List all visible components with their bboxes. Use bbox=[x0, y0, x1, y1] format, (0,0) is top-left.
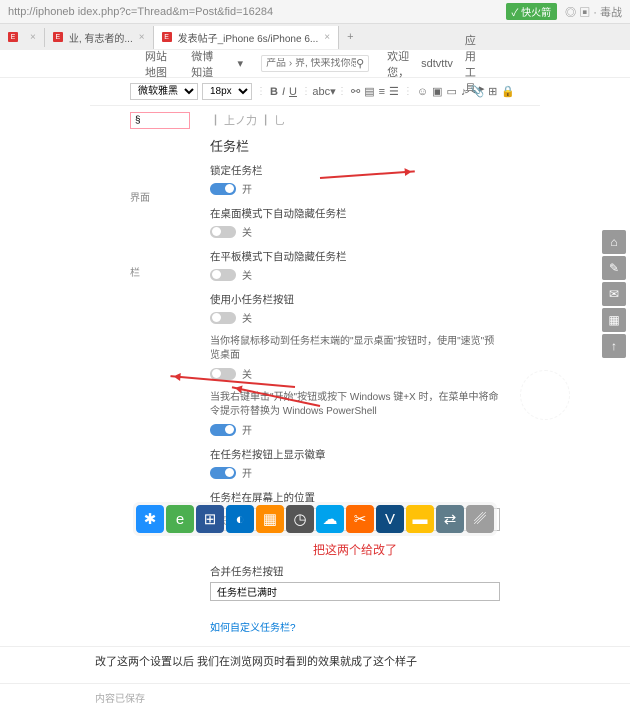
home-icon[interactable]: ⌂ bbox=[602, 230, 626, 254]
mail-icon[interactable]: ✉ bbox=[602, 282, 626, 306]
image-icon[interactable]: ▤ bbox=[364, 83, 374, 101]
toggle-lock[interactable] bbox=[210, 183, 236, 195]
setting-badges-label: 在任务栏按钮上显示徽章 bbox=[210, 447, 500, 462]
dock-snip-icon[interactable]: ✂ bbox=[346, 505, 374, 533]
address-bar: http://iphoneb idex.php?c=Thread&m=Post&… bbox=[0, 0, 630, 24]
url-text[interactable]: http://iphoneb idex.php?c=Thread&m=Post&… bbox=[8, 6, 506, 18]
tab-0[interactable]: E× bbox=[0, 28, 45, 47]
annotation-text: 把这两个给改了 bbox=[210, 541, 500, 558]
tab-icon: E bbox=[162, 32, 172, 42]
pic-icon[interactable]: ▣ bbox=[432, 83, 442, 101]
dock-app-icon[interactable]: ⇄ bbox=[436, 505, 464, 533]
toggle-autohide-desktop[interactable] bbox=[210, 226, 236, 238]
toggle-peek[interactable] bbox=[210, 368, 236, 380]
top-icon[interactable]: ↑ bbox=[602, 334, 626, 358]
close-icon[interactable]: × bbox=[30, 32, 36, 43]
chevron-down-icon[interactable]: ▾ bbox=[238, 57, 244, 70]
dock-app-icon[interactable]: ␥ bbox=[466, 505, 494, 533]
separator: ⋮ bbox=[403, 86, 413, 97]
setting-powershell-desc: 当我右键单击"开始"按钮或按下 Windows 键+X 时，在菜单中将命令提示符… bbox=[210, 391, 500, 419]
setting-peek-desc: 当你将鼠标移动到任务栏末端的"显示桌面"按钮时，使用"速览"预览桌面 bbox=[210, 335, 500, 363]
dock-vnc-icon[interactable]: V bbox=[376, 505, 404, 533]
tab-add-button[interactable]: + bbox=[339, 31, 361, 43]
separator: ⋮ bbox=[337, 86, 347, 97]
search-box[interactable]: ⚲ bbox=[261, 55, 369, 72]
close-icon[interactable]: × bbox=[324, 32, 330, 43]
toggle-autohide-tablet[interactable] bbox=[210, 269, 236, 281]
tab-1[interactable]: E业, 有志者的...× bbox=[45, 26, 154, 49]
bottom-text: 改了这两个设置以后 我们在浏览网页时看到的效果就成了这个样子 bbox=[0, 646, 630, 675]
dock-folder-icon[interactable]: ▬ bbox=[406, 505, 434, 533]
username[interactable]: sdtvttv bbox=[421, 58, 453, 70]
calendar-icon[interactable]: ▦ bbox=[602, 308, 626, 332]
welcome-text: 欢迎您， bbox=[387, 48, 409, 80]
left-label-bar: 栏 bbox=[130, 264, 190, 279]
link-icon[interactable]: ⚯ bbox=[351, 83, 360, 101]
combine-input[interactable] bbox=[210, 582, 500, 601]
breadcrumb: ┃ 上ノ力 ┃ 乚 bbox=[210, 112, 500, 128]
tab-icon: E bbox=[53, 32, 63, 42]
abc-button[interactable]: abc▾ bbox=[315, 83, 333, 101]
toggle-small-buttons[interactable] bbox=[210, 312, 236, 324]
addr-icons[interactable]: ◎ ▣ · 毒战 bbox=[565, 4, 622, 20]
video-icon[interactable]: ▭ bbox=[447, 83, 457, 101]
left-search[interactable] bbox=[130, 112, 190, 129]
setting-autohide-tablet-label: 在平板模式下自动隐藏任务栏 bbox=[210, 249, 500, 264]
nav-weibo[interactable]: 微博知道 bbox=[191, 48, 219, 80]
tab-bar: E× E业, 有志者的...× E发表帖子_iPhone 6s/iPhone 6… bbox=[0, 24, 630, 50]
customize-link[interactable]: 如何自定义任务栏? bbox=[210, 619, 296, 634]
search-icon[interactable]: ⚲ bbox=[356, 57, 364, 70]
addr-badge[interactable]: ✓ 快火箭 bbox=[506, 3, 558, 20]
dock-app-icon[interactable]: ✱ bbox=[136, 505, 164, 533]
dock: ✱ e ⊞ ◐ ▦ ◷ ☁ ✂ V ▬ ⇄ ␥ bbox=[133, 502, 497, 536]
section-title: 任务栏 bbox=[210, 136, 500, 155]
music-icon[interactable]: ♪ bbox=[461, 83, 467, 101]
settings-panel: ┃ 上ノ力 ┃ 乚 任务栏 锁定任务栏 开 在桌面模式下自动隐藏任务栏 关 在平… bbox=[210, 112, 500, 634]
setting-combine-label: 合并任务栏按钮 bbox=[210, 564, 500, 579]
list-icon[interactable]: ☰ bbox=[389, 83, 399, 101]
dock-clock-icon[interactable]: ◷ bbox=[286, 505, 314, 533]
tab-2[interactable]: E发表帖子_iPhone 6s/iPhone 6...× bbox=[154, 26, 339, 49]
watermark bbox=[520, 370, 570, 420]
attach-icon[interactable]: 📎 bbox=[470, 83, 484, 101]
separator: ⋮ bbox=[256, 86, 266, 97]
emoji-icon[interactable]: ☺ bbox=[417, 83, 428, 101]
bold-button[interactable]: B bbox=[270, 83, 278, 101]
separator: ⋮ bbox=[301, 86, 311, 97]
tab-icon: E bbox=[8, 32, 18, 42]
close-icon[interactable]: × bbox=[139, 32, 145, 43]
dock-ie-icon[interactable]: e bbox=[166, 505, 194, 533]
underline-button[interactable]: U bbox=[289, 83, 297, 101]
nav-sitemap[interactable]: 网站地图 bbox=[145, 48, 173, 80]
setting-small-buttons-label: 使用小任务栏按钮 bbox=[210, 292, 500, 307]
dock-app-icon[interactable]: ◐ bbox=[226, 505, 254, 533]
edit-icon[interactable]: ✎ bbox=[602, 256, 626, 280]
size-select[interactable]: 18px bbox=[202, 83, 252, 100]
dock-windows-icon[interactable]: ⊞ bbox=[196, 505, 224, 533]
dock-app-icon[interactable]: ▦ bbox=[256, 505, 284, 533]
toggle-powershell[interactable] bbox=[210, 424, 236, 436]
toggle-badges[interactable] bbox=[210, 467, 236, 479]
site-nav: 网站地图 微博知道 ▾ ⚲ 欢迎您， sdtvttv 应用工具 ▸ bbox=[0, 50, 630, 78]
code-icon[interactable]: ⊞ bbox=[488, 83, 497, 101]
lock-icon[interactable]: 🔒 bbox=[501, 83, 515, 101]
editor-toolbar: 微软雅黑 18px ⋮ B I U ⋮ abc▾ ⋮ ⚯ ▤ ≡ ☰ ⋮ ☺ ▣… bbox=[90, 78, 540, 106]
font-select[interactable]: 微软雅黑 bbox=[130, 83, 198, 100]
search-input[interactable] bbox=[266, 58, 356, 69]
dock-app-icon[interactable]: ☁ bbox=[316, 505, 344, 533]
left-label-ui: 界面 bbox=[130, 189, 190, 204]
italic-button[interactable]: I bbox=[282, 83, 285, 101]
autosave-text: 内容已保存 bbox=[0, 683, 630, 711]
side-toolbar: ⌂ ✎ ✉ ▦ ↑ bbox=[602, 230, 626, 358]
align-icon[interactable]: ≡ bbox=[379, 83, 385, 101]
setting-autohide-desktop-label: 在桌面模式下自动隐藏任务栏 bbox=[210, 206, 500, 221]
